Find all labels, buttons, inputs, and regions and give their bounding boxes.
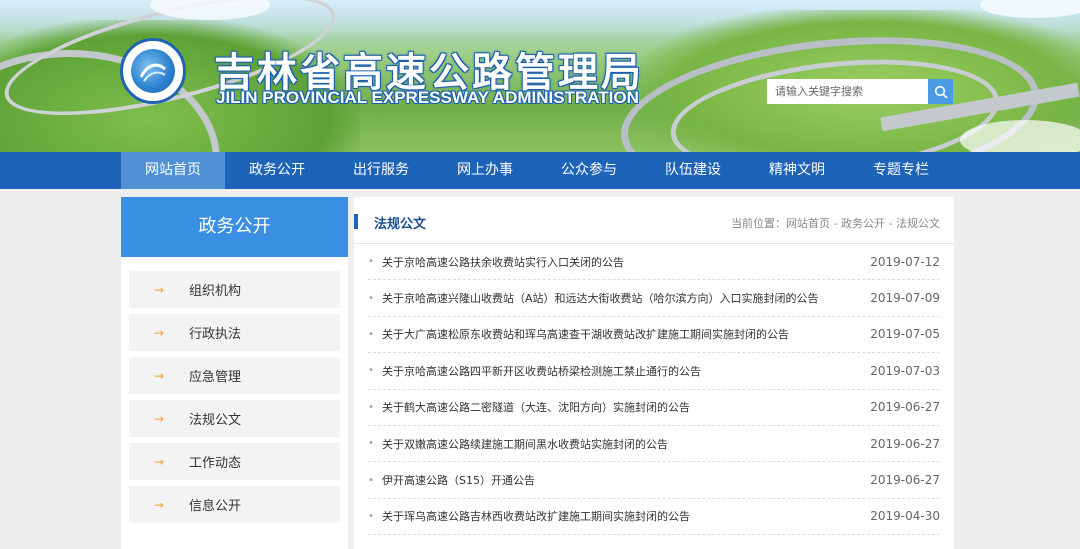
nav-item-government-affairs[interactable]: 政务公开 [225, 152, 329, 189]
arrow-right-icon: → [153, 454, 165, 469]
arrow-right-icon: → [153, 282, 165, 297]
article-date: 2019-07-09 [870, 291, 940, 306]
bullet-icon: • [368, 474, 374, 486]
article-link[interactable]: 关于京哈高速公路扶余收费站实行入口关闭的公告 [382, 254, 870, 270]
bullet-icon: • [368, 328, 374, 340]
list-item: • 关于珲乌高速公路吉林西收费站改扩建施工期间实施封闭的公告 2019-04-3… [368, 499, 940, 536]
article-link[interactable]: 关于京哈高速兴隆山收费站（A站）和远达大街收费站（哈尔滨方向）入口实施封闭的公告 [382, 290, 870, 306]
list-item: • 关于大广高速松原东收费站和珲乌高速查干湖收费站改扩建施工期间实施封闭的公告 … [368, 317, 940, 354]
sidebar-item-label: 行政执法 [189, 327, 242, 342]
article-date: 2019-07-05 [870, 327, 940, 342]
page-title: 法规公文 [374, 217, 427, 232]
nav-item-special-topics[interactable]: 专题专栏 [849, 152, 953, 189]
nav-item-home[interactable]: 网站首页 [121, 152, 225, 189]
article-link[interactable]: 关于双嫩高速公路续建施工期间黑水收费站实施封闭的公告 [382, 436, 870, 452]
main-nav: 网站首页 政务公开 出行服务 网上办事 公众参与 队伍建设 精神文明 专题专栏 [0, 152, 1080, 189]
sidebar-item-organization[interactable]: → 组织机构 [129, 271, 340, 308]
sidebar-item-law-enforcement[interactable]: → 行政执法 [129, 314, 340, 351]
main-content: 法规公文 当前位置：网站首页 - 政务公开 - 法规公文 • 关于京哈高速公路扶… [354, 197, 954, 549]
bullet-icon: • [368, 438, 374, 450]
article-date: 2019-07-12 [870, 254, 940, 269]
list-item: • 关于鹤大高速公路二密隧道（大连、沈阳方向）实施封闭的公告 2019-06-2… [368, 390, 940, 426]
road-swirl-icon [139, 63, 166, 82]
search-button[interactable] [928, 79, 953, 104]
sidebar-item-label: 应急管理 [189, 370, 242, 385]
article-link[interactable]: 关于大广高速松原东收费站和珲乌高速查干湖收费站改扩建施工期间实施封闭的公告 [382, 326, 870, 342]
arrow-right-icon: → [153, 411, 165, 426]
sidebar-item-regulations[interactable]: → 法规公文 [129, 400, 340, 437]
sidebar-item-label: 工作动态 [189, 456, 242, 471]
bullet-icon: • [368, 256, 374, 268]
article-list: • 关于京哈高速公路扶余收费站实行入口关闭的公告 2019-07-12 • 关于… [354, 244, 954, 536]
logo-emblem-icon [131, 49, 175, 93]
sidebar-item-label: 法规公文 [189, 413, 242, 428]
sidebar-title: 政务公开 [121, 197, 348, 257]
article-link[interactable]: 关于鹤大高速公路二密隧道（大连、沈阳方向）实施封闭的公告 [382, 399, 870, 415]
breadcrumb: 当前位置：网站首页 - 政务公开 - 法规公文 [731, 217, 940, 230]
sidebar: 政务公开 → 组织机构 → 行政执法 → 应急管理 → 法规公文 → 工作动态 … [121, 197, 348, 549]
bullet-icon: • [368, 401, 374, 413]
list-item: • 关于京哈高速兴隆山收费站（A站）和远达大街收费站（哈尔滨方向）入口实施封闭的… [368, 280, 940, 317]
sidebar-item-information-disclosure[interactable]: → 信息公开 [129, 486, 340, 523]
list-item: • 关于双嫩高速公路续建施工期间黑水收费站实施封闭的公告 2019-06-27 [368, 426, 940, 463]
article-date: 2019-06-27 [870, 473, 940, 488]
article-link[interactable]: 伊开高速公路（S15）开通公告 [382, 472, 870, 488]
title-accent-bar [354, 214, 358, 229]
list-item: • 关于京哈高速公路四平新开区收费站桥梁检测施工禁止通行的公告 2019-07-… [368, 353, 940, 390]
bullet-icon: • [368, 292, 374, 304]
search-box [767, 79, 953, 104]
article-date: 2019-07-03 [870, 363, 940, 378]
sidebar-item-label: 组织机构 [189, 284, 242, 299]
search-icon [934, 85, 948, 99]
article-date: 2019-06-27 [870, 436, 940, 451]
search-input[interactable] [767, 79, 929, 104]
list-item: • 伊开高速公路（S15）开通公告 2019-06-27 [368, 462, 940, 499]
arrow-right-icon: → [153, 497, 165, 512]
site-title-en: JILIN PROVINCIAL EXPRESSWAY ADMINISTRATI… [216, 88, 639, 107]
header-banner: 吉林省高速公路管理局 JILIN PROVINCIAL EXPRESSWAY A… [0, 0, 1080, 152]
article-date: 2019-06-27 [870, 400, 940, 415]
nav-item-spiritual-civilization[interactable]: 精神文明 [745, 152, 849, 189]
list-item: • 关于京哈高速公路扶余收费站实行入口关闭的公告 2019-07-12 [368, 244, 940, 281]
site-logo[interactable] [120, 38, 186, 104]
article-link[interactable]: 关于京哈高速公路四平新开区收费站桥梁检测施工禁止通行的公告 [382, 363, 870, 379]
sidebar-item-emergency-management[interactable]: → 应急管理 [129, 357, 340, 394]
nav-item-team-building[interactable]: 队伍建设 [641, 152, 745, 189]
arrow-right-icon: → [153, 368, 165, 383]
nav-item-online-services[interactable]: 网上办事 [433, 152, 537, 189]
nav-item-public-participation[interactable]: 公众参与 [537, 152, 641, 189]
bullet-icon: • [368, 510, 374, 522]
sidebar-item-label: 信息公开 [189, 499, 242, 514]
bullet-icon: • [368, 365, 374, 377]
nav-item-travel-services[interactable]: 出行服务 [329, 152, 433, 189]
article-date: 2019-04-30 [870, 509, 940, 524]
arrow-right-icon: → [153, 325, 165, 340]
content-header: 法规公文 当前位置：网站首页 - 政务公开 - 法规公文 [354, 197, 954, 244]
sidebar-item-work-news[interactable]: → 工作动态 [129, 443, 340, 480]
article-link[interactable]: 关于珲乌高速公路吉林西收费站改扩建施工期间实施封闭的公告 [382, 508, 870, 524]
